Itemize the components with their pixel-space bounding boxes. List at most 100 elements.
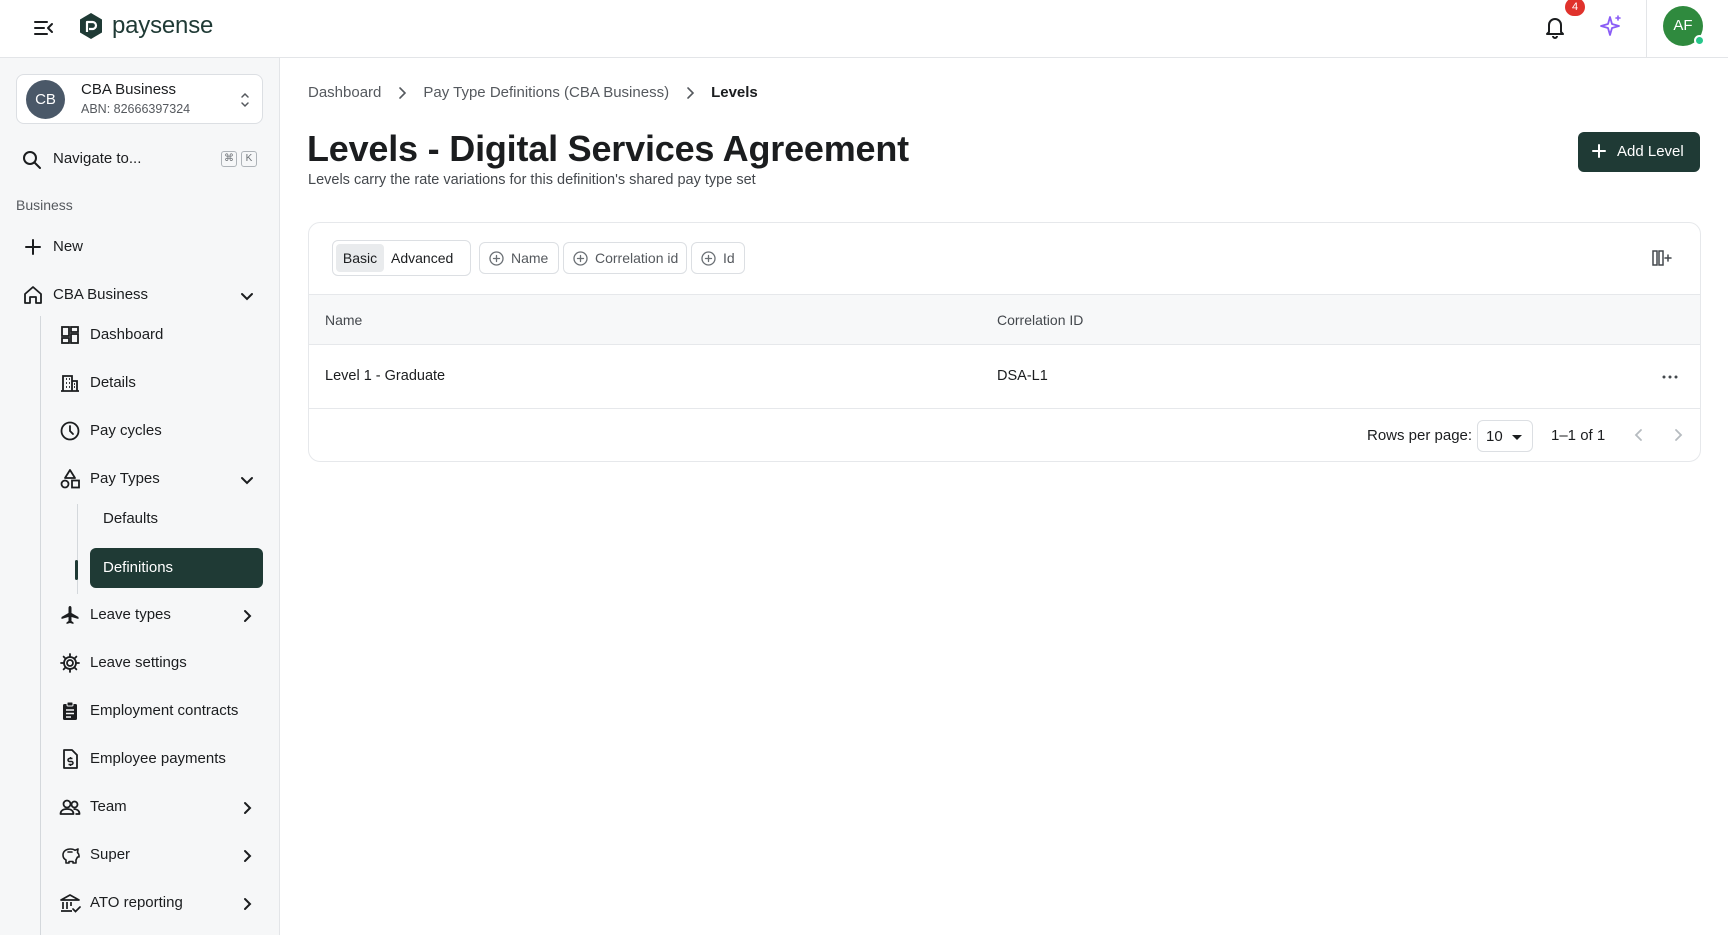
- chevron-right-icon: [399, 86, 407, 99]
- sidebar-item-super[interactable]: Super: [59, 836, 263, 876]
- business-avatar: CB: [26, 80, 65, 119]
- sidebar-item-ato-reporting[interactable]: ATO reporting: [59, 884, 263, 924]
- page-title: Levels - Digital Services Agreement: [307, 128, 909, 169]
- shortcut-k-key: K: [241, 151, 257, 167]
- sidebar-item-team[interactable]: Team: [59, 788, 263, 828]
- page-subtitle: Levels carry the rate variations for thi…: [308, 172, 756, 188]
- sidebar-item-label: Defaults: [103, 510, 159, 527]
- column-settings-icon[interactable]: [1651, 248, 1673, 268]
- user-initials: AF: [1673, 17, 1693, 34]
- chevron-down-icon: [241, 477, 253, 485]
- add-circle-icon: [573, 251, 588, 266]
- sidebar: CB CBA Business ABN: 82666397324 Navigat…: [0, 58, 280, 935]
- next-page-icon[interactable]: [1670, 427, 1686, 443]
- building-icon: [61, 375, 79, 392]
- table-row[interactable]: Level 1 - Graduate DSA-L1: [309, 345, 1700, 409]
- more-options-icon[interactable]: [1660, 367, 1680, 387]
- sidebar-item-pay-types[interactable]: Pay Types: [59, 460, 263, 500]
- sidebar-item-pay-cycles[interactable]: Pay cycles: [59, 412, 263, 452]
- chevron-right-icon: [244, 802, 252, 814]
- shortcut-cmd-key: ⌘: [221, 151, 237, 167]
- previous-page-icon[interactable]: [1631, 427, 1647, 443]
- sidebar-item-label: CBA Business: [53, 286, 149, 303]
- filter-chip-correlation-id[interactable]: Correlation id: [563, 242, 687, 274]
- column-header-correlation-id[interactable]: Correlation ID: [997, 312, 1083, 328]
- sidebar-item-employment-contracts[interactable]: Employment contracts: [59, 692, 263, 732]
- sidebar-item-label: Dashboard: [90, 326, 164, 343]
- sidebar-item-defaults[interactable]: Defaults: [90, 500, 263, 540]
- user-avatar[interactable]: AF: [1663, 6, 1705, 46]
- chevron-right-icon: [244, 898, 252, 910]
- filter-mode-basic[interactable]: Basic: [336, 244, 384, 272]
- cell-name: Level 1 - Graduate: [325, 368, 446, 384]
- business-abn: ABN: 82666397324: [81, 102, 191, 116]
- shapes-icon: [60, 469, 80, 489]
- sidebar-item-label: Pay Types: [90, 470, 160, 487]
- sidebar-item-label: Details: [90, 374, 136, 391]
- rows-per-page-select[interactable]: 10: [1477, 420, 1533, 452]
- rows-per-page-value: 10: [1486, 428, 1503, 445]
- sidebar-item-leave-types[interactable]: Leave types: [59, 596, 263, 636]
- plus-icon: [1592, 144, 1606, 158]
- online-status-dot: [1694, 35, 1705, 46]
- breadcrumb-pay-type-definitions[interactable]: Pay Type Definitions (CBA Business): [423, 84, 669, 101]
- column-header-name[interactable]: Name: [325, 312, 362, 328]
- levels-table-card: Basic Advanced Name Correlation id Id Na…: [308, 222, 1701, 462]
- notification-count-badge: 4: [1565, 0, 1585, 16]
- caret-down-icon: [1512, 435, 1522, 440]
- search-icon: [23, 151, 41, 169]
- brand-logo[interactable]: paysense: [78, 12, 213, 40]
- filter-mode-advanced[interactable]: Advanced: [391, 244, 453, 272]
- sidebar-item-employee-payments[interactable]: Employee payments: [59, 740, 263, 780]
- clock-icon: [60, 421, 80, 441]
- bank-icon: [60, 894, 81, 913]
- sidebar-item-leave-settings[interactable]: Leave settings: [59, 644, 263, 684]
- sidebar-item-label: New: [53, 238, 84, 255]
- add-circle-icon: [701, 251, 716, 266]
- table-header: Name Correlation ID: [309, 294, 1700, 345]
- sidebar-item-dashboard[interactable]: Dashboard: [59, 316, 263, 356]
- chevron-up-down-icon: [241, 92, 249, 108]
- sidebar-item-label: Definitions: [103, 559, 174, 576]
- gear-icon: [60, 653, 80, 673]
- sidebar-item-label: Leave types: [90, 606, 171, 623]
- payment-doc-icon: [63, 749, 78, 769]
- breadcrumb-dashboard[interactable]: Dashboard: [308, 84, 381, 101]
- notifications-bell-icon[interactable]: [1543, 14, 1567, 40]
- chevron-right-icon: [687, 86, 695, 99]
- breadcrumb: Dashboard Pay Type Definitions (CBA Busi…: [308, 84, 758, 101]
- home-icon: [24, 286, 42, 304]
- people-icon: [59, 799, 81, 815]
- filter-chip-id[interactable]: Id: [691, 242, 745, 274]
- business-switcher[interactable]: CB CBA Business ABN: 82666397324: [16, 74, 263, 124]
- menu-collapse-icon[interactable]: [32, 16, 56, 40]
- ai-sparkle-icon[interactable]: [1599, 14, 1623, 38]
- section-label-business: Business: [16, 197, 73, 213]
- filter-chip-name[interactable]: Name: [479, 242, 559, 274]
- add-level-button[interactable]: Add Level: [1578, 132, 1700, 172]
- filter-chip-label: Id: [723, 250, 735, 266]
- plus-icon: [25, 239, 41, 255]
- filter-mode-toggle: Basic Advanced: [332, 240, 471, 276]
- dashboard-icon: [61, 326, 79, 344]
- rows-per-page-label: Rows per page:: [1367, 427, 1473, 444]
- plane-icon: [61, 606, 79, 624]
- sidebar-item-label: Employee payments: [90, 750, 226, 767]
- sidebar-item-label: Super: [90, 846, 131, 863]
- navigate-to-search[interactable]: Navigate to... ⌘ K: [22, 148, 262, 172]
- active-indicator: [75, 560, 78, 580]
- navigate-label: Navigate to...: [53, 150, 142, 167]
- sidebar-item-details[interactable]: Details: [59, 364, 263, 404]
- clipboard-icon: [63, 701, 77, 720]
- sidebar-item-label: Team: [90, 798, 127, 815]
- sidebar-item-definitions[interactable]: Definitions: [90, 548, 263, 588]
- pagination-range: 1–1 of 1: [1551, 427, 1606, 444]
- sidebar-item-cba-business[interactable]: CBA Business: [22, 276, 262, 316]
- nav-tree-line: [40, 316, 41, 935]
- sidebar-item-new[interactable]: New: [22, 228, 262, 268]
- chevron-right-icon: [244, 850, 252, 862]
- cell-correlation-id: DSA-L1: [997, 368, 1048, 384]
- paysense-logo-icon: [80, 13, 102, 39]
- chevron-right-icon: [244, 610, 252, 622]
- business-name: CBA Business: [81, 81, 177, 98]
